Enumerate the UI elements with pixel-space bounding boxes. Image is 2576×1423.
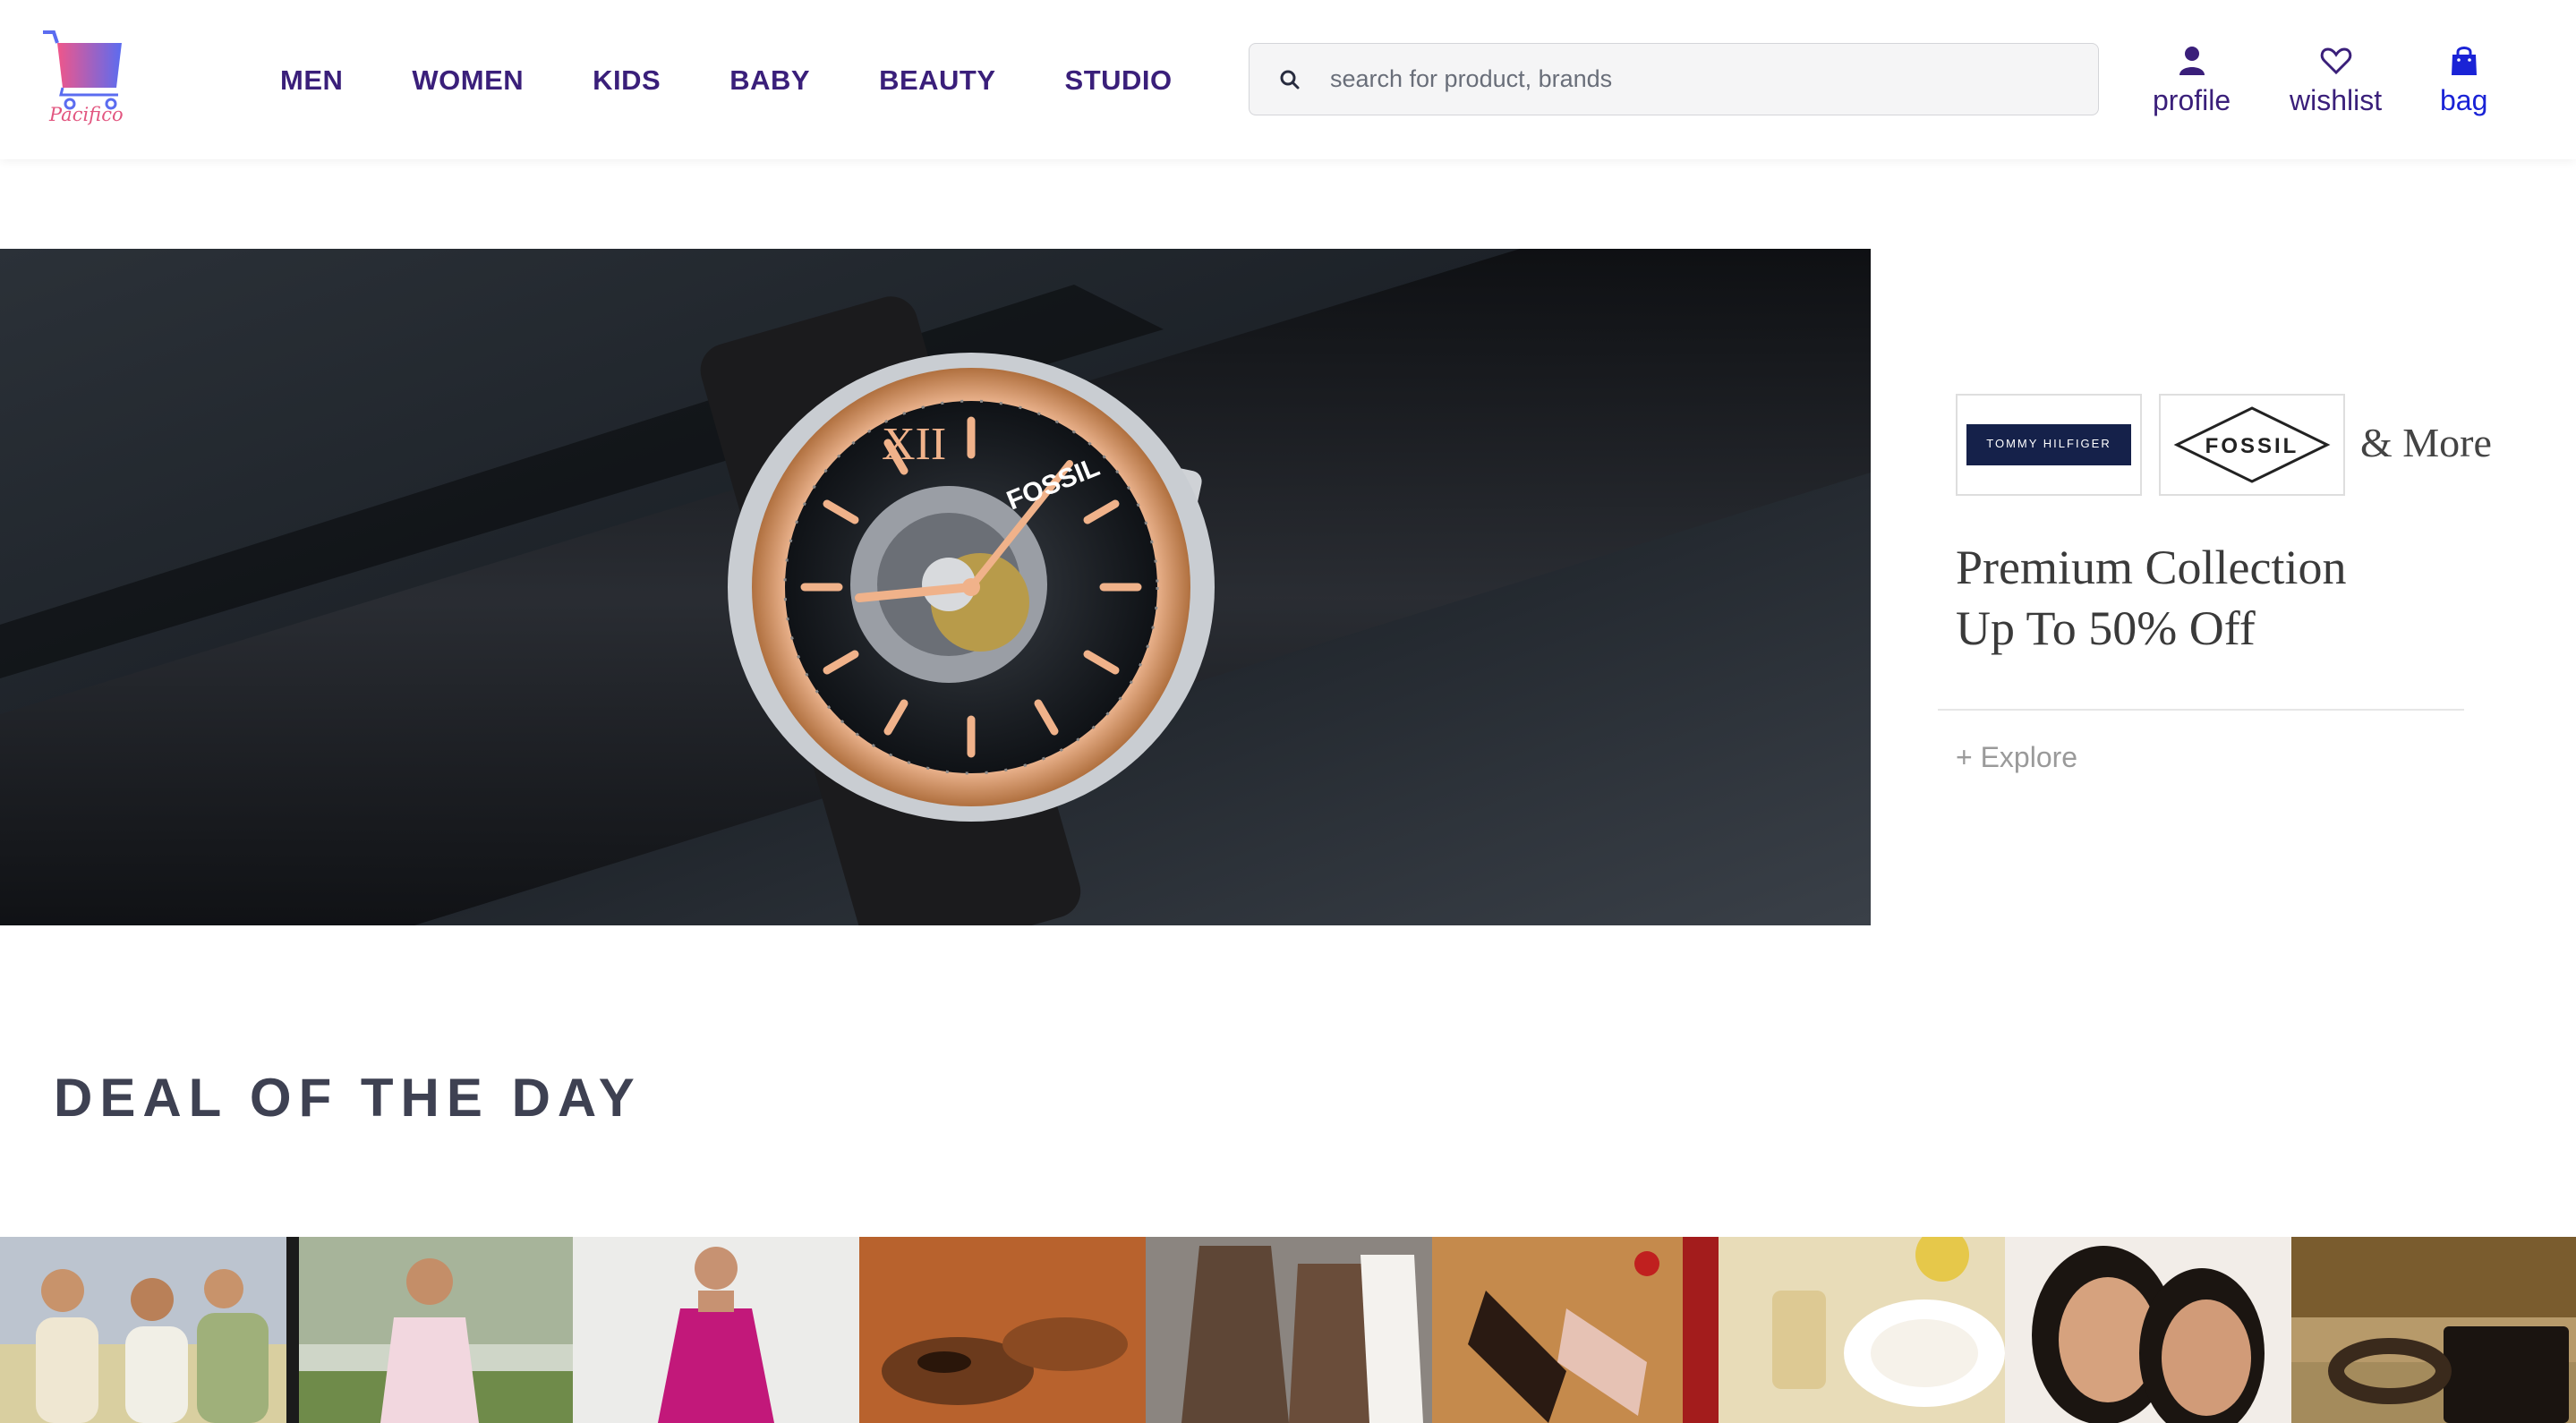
promo-panel: TOMMY HILFIGER FOSSIL & More Premium Col… — [1938, 394, 2493, 788]
promo-title-line1: Premium Collection — [1956, 541, 2347, 594]
pink-dress-image — [573, 1237, 859, 1423]
search-bar[interactable] — [1249, 43, 2099, 115]
nav-baby[interactable]: BABY — [729, 64, 810, 97]
logo-text: Pacifico — [49, 104, 124, 125]
deal-tile-dinnerware[interactable] — [1719, 1237, 2005, 1423]
deal-tile-family-fashion[interactable] — [0, 1237, 286, 1423]
fossil-label: FOSSIL — [2205, 434, 2299, 458]
dinnerware-image — [1719, 1237, 2005, 1423]
watch-numeral: XII — [882, 419, 946, 470]
deal-tile-wallets-belts[interactable] — [2291, 1237, 2576, 1423]
promo-title: Premium Collection Up To 50% Off — [1956, 537, 2493, 659]
bag-button[interactable]: bag — [2440, 43, 2487, 117]
nav-kids[interactable]: KIDS — [593, 64, 661, 97]
more-brands-text: & More — [2360, 420, 2492, 465]
beauty-models-image — [2005, 1237, 2291, 1423]
family-fashion-image — [0, 1237, 286, 1423]
user-icon — [2179, 47, 2205, 75]
heels-image — [1432, 1237, 1719, 1423]
formal-shoes-image — [859, 1237, 1146, 1423]
deal-tile-heels[interactable] — [1432, 1237, 1719, 1423]
nav-studio[interactable]: STUDIO — [1065, 64, 1173, 97]
wishlist-label: wishlist — [2290, 84, 2383, 116]
bag-icon — [2451, 47, 2477, 75]
casual-shoes-image — [1146, 1237, 1432, 1423]
wallets-belts-image — [2291, 1237, 2576, 1423]
deal-tile-women-ethnic[interactable] — [286, 1237, 573, 1423]
search-input[interactable] — [1330, 44, 2082, 115]
heart-icon — [2320, 47, 2351, 75]
nav-men[interactable]: MEN — [280, 64, 343, 97]
watch-banner-image: FOSSIL XII — [0, 249, 1871, 925]
wishlist-button[interactable]: wishlist — [2290, 43, 2382, 117]
women-ethnic-image — [286, 1237, 573, 1423]
deal-of-the-day-heading: DEAL OF THE DAY — [54, 1068, 642, 1128]
site-header: Pacifico MEN WOMEN KIDS BABY BEAUTY STUD… — [0, 0, 2576, 159]
main-nav: MEN WOMEN KIDS BABY BEAUTY STUDIO — [280, 61, 1173, 100]
profile-button[interactable]: profile — [2153, 43, 2231, 117]
tommy-hilfiger-logo[interactable]: TOMMY HILFIGER — [1956, 394, 2142, 496]
promo-divider — [1938, 709, 2464, 711]
deal-tiles — [0, 1237, 2576, 1423]
deal-tile-pink-dress[interactable] — [573, 1237, 859, 1423]
bag-label: bag — [2440, 84, 2488, 116]
profile-label: profile — [2153, 84, 2231, 116]
hero-banner[interactable]: FOSSIL XII — [0, 249, 1871, 925]
explore-link[interactable]: + Explore — [1956, 741, 2077, 774]
tommy-hilfiger-label: TOMMY HILFIGER — [1966, 424, 2131, 465]
promo-title-line2: Up To 50% Off — [1956, 601, 2256, 655]
deal-tile-formal-shoes[interactable] — [859, 1237, 1146, 1423]
deal-tile-casual-shoes[interactable] — [1146, 1237, 1432, 1423]
nav-women[interactable]: WOMEN — [412, 64, 524, 97]
deal-tile-beauty-models[interactable] — [2005, 1237, 2291, 1423]
nav-beauty[interactable]: BEAUTY — [879, 64, 995, 97]
fossil-diamond-icon: FOSSIL — [2173, 406, 2331, 483]
search-icon[interactable] — [1276, 66, 1303, 93]
fossil-logo[interactable]: FOSSIL — [2159, 394, 2345, 496]
